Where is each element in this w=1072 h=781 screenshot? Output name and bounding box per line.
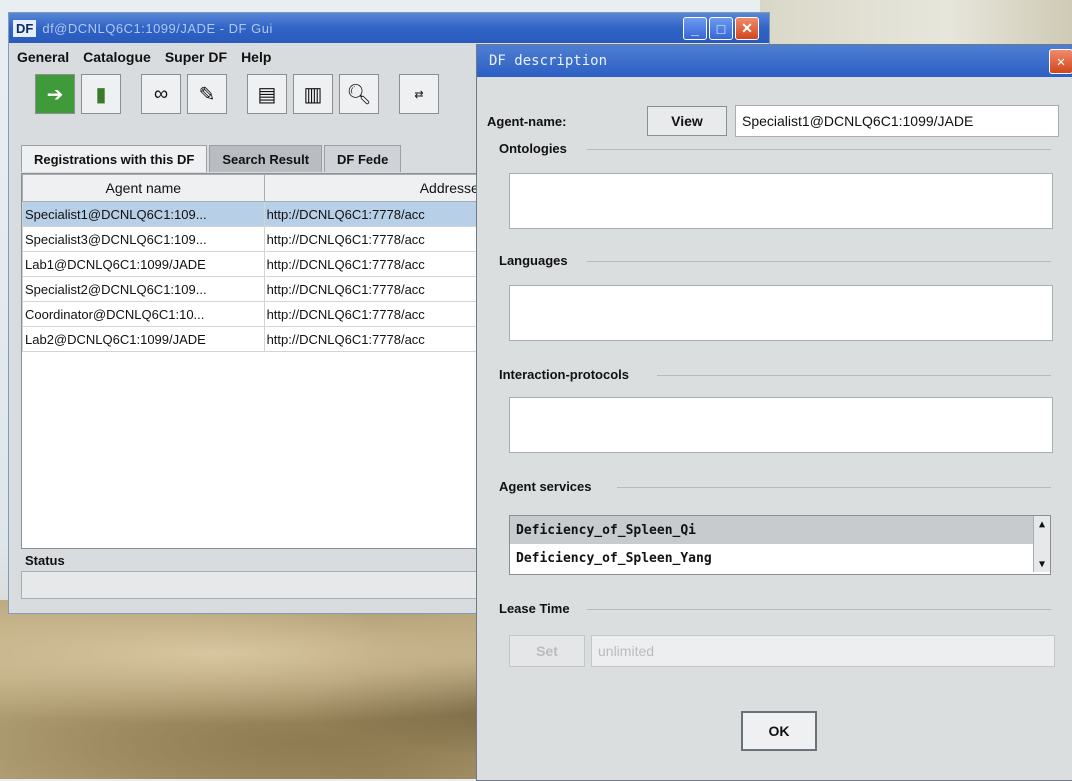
agent-name-field[interactable]: Specialist1@DCNLQ6C1:1099/JADE bbox=[735, 105, 1059, 137]
dialog-close-button[interactable]: ✕ bbox=[1049, 49, 1072, 74]
door-icon[interactable]: ▮ bbox=[81, 74, 121, 114]
header-agent-name[interactable]: Agent name bbox=[22, 174, 265, 202]
scroll-down-icon[interactable]: ▼ bbox=[1034, 556, 1050, 572]
modify-icon[interactable]: ✎ bbox=[187, 74, 227, 114]
ontologies-box[interactable] bbox=[509, 173, 1053, 229]
languages-label: Languages bbox=[499, 253, 568, 268]
cell-agent-name: Specialist1@DCNLQ6C1:109... bbox=[22, 201, 265, 227]
interaction-protocols-box[interactable] bbox=[509, 397, 1053, 453]
interaction-protocols-label: Interaction-protocols bbox=[499, 367, 630, 382]
agent-services-label: Agent services bbox=[499, 479, 592, 494]
tab-registrations[interactable]: Registrations with this DF bbox=[21, 145, 208, 172]
dialog-title: DF description bbox=[489, 53, 608, 69]
view-icon[interactable]: ∞ bbox=[141, 74, 181, 114]
lease-set-button[interactable]: Set bbox=[509, 635, 585, 667]
divider bbox=[587, 609, 1051, 610]
ontologies-label: Ontologies bbox=[499, 141, 567, 156]
languages-box[interactable] bbox=[509, 285, 1053, 341]
desktop-wallpaper-top bbox=[760, 0, 1072, 50]
df-window-title: df@DCNLQ6C1:1099/JADE - DF Gui bbox=[42, 20, 273, 36]
df-window-titlebar[interactable]: DF df@DCNLQ6C1:1099/JADE - DF Gui _ □ ✕ bbox=[9, 13, 769, 43]
menu-super-df[interactable]: Super DF bbox=[165, 49, 227, 65]
cell-agent-name: Specialist2@DCNLQ6C1:109... bbox=[22, 276, 265, 302]
agent-name-row: Agent-name: View Specialist1@DCNLQ6C1:10… bbox=[487, 105, 1059, 137]
divider bbox=[587, 149, 1051, 150]
maximize-button[interactable]: □ bbox=[709, 17, 733, 40]
exit-icon[interactable]: ➔ bbox=[35, 74, 75, 114]
cell-agent-name: Lab1@DCNLQ6C1:1099/JADE bbox=[22, 251, 265, 277]
deregister-icon[interactable]: ▥ bbox=[293, 74, 333, 114]
federate-icon[interactable]: ⇄ bbox=[399, 74, 439, 114]
divider bbox=[657, 375, 1051, 376]
lease-time-label: Lease Time bbox=[499, 601, 570, 616]
cell-agent-name: Lab2@DCNLQ6C1:1099/JADE bbox=[22, 326, 265, 352]
cell-agent-name: Coordinator@DCNLQ6C1:10... bbox=[22, 301, 265, 327]
cell-agent-name: Specialist3@DCNLQ6C1:109... bbox=[22, 226, 265, 252]
df-app-tag: DF bbox=[13, 19, 37, 37]
divider bbox=[617, 487, 1051, 488]
window-controls: _ □ ✕ bbox=[683, 17, 759, 40]
lease-time-field[interactable]: unlimited bbox=[591, 635, 1055, 667]
agent-name-label: Agent-name: bbox=[487, 113, 567, 129]
list-item[interactable]: Deficiency_of_Spleen_Yang bbox=[510, 544, 1050, 572]
register-icon[interactable]: ▤ bbox=[247, 74, 287, 114]
menu-help[interactable]: Help bbox=[241, 49, 271, 65]
ok-button[interactable]: OK bbox=[741, 711, 817, 751]
status-label: Status bbox=[25, 553, 65, 568]
minimize-button[interactable]: _ bbox=[683, 17, 707, 40]
tab-bar: Registrations with this DF Search Result… bbox=[21, 145, 403, 172]
menu-catalogue[interactable]: Catalogue bbox=[83, 49, 151, 65]
divider bbox=[587, 261, 1051, 262]
search-icon[interactable]: 🔍︎ bbox=[339, 74, 379, 114]
close-button[interactable]: ✕ bbox=[735, 17, 759, 40]
dialog-titlebar[interactable]: DF description ✕ bbox=[477, 45, 1072, 77]
agent-services-list: Deficiency_of_Spleen_Qi Deficiency_of_Sp… bbox=[509, 515, 1051, 575]
scroll-up-icon[interactable]: ▲ bbox=[1034, 516, 1050, 532]
list-item[interactable]: Deficiency_of_Spleen_Qi bbox=[510, 516, 1050, 544]
view-button[interactable]: View bbox=[647, 106, 727, 136]
services-scrollbar[interactable]: ▲ ▼ bbox=[1033, 516, 1050, 572]
menu-general[interactable]: General bbox=[17, 49, 69, 65]
tab-df-federation[interactable]: DF Fede bbox=[324, 145, 402, 172]
df-description-dialog: DF description ✕ Agent-name: View Specia… bbox=[476, 44, 1072, 781]
tab-search-result[interactable]: Search Result bbox=[209, 145, 323, 172]
